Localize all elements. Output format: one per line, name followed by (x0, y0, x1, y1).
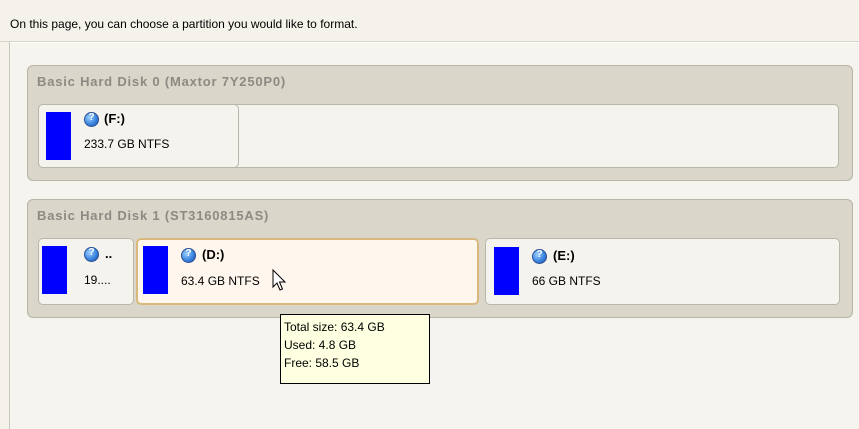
partition-d[interactable]: (D:) 63.4 GB NTFS (136, 238, 479, 305)
partition-e-letter: (E:) (553, 248, 575, 263)
partition-small-letter: .. (105, 246, 113, 261)
partition-e[interactable]: (E:) 66 GB NTFS (485, 238, 840, 305)
partition-d-fill (143, 246, 168, 294)
tooltip-total-size: Total size: 63.4 GB (284, 320, 385, 334)
partition-d-letter: (D:) (202, 247, 225, 262)
help-icon[interactable] (532, 249, 547, 264)
help-icon[interactable] (84, 247, 99, 262)
partition-small-size: 19.... (84, 273, 111, 287)
instruction-text: On this page, you can choose a partition… (10, 17, 358, 31)
tooltip-used: Used: 4.8 GB (284, 338, 357, 352)
partition-f-letter: (F:) (104, 111, 125, 126)
partition-f-size: 233.7 GB NTFS (84, 137, 170, 151)
partition-small[interactable]: .. 19.... (38, 238, 134, 305)
tooltip-free: Free: 58.5 GB (284, 356, 360, 370)
partition-f-fill (46, 112, 71, 160)
disk-0-partition-bar: (F:) 233.7 GB NTFS (38, 104, 839, 168)
partition-d-size: 63.4 GB NTFS (181, 274, 260, 288)
partition-tooltip: Total size: 63.4 GB Used: 4.8 GB Free: 5… (280, 314, 430, 384)
help-icon[interactable] (181, 248, 196, 263)
disk-0-group: Basic Hard Disk 0 (Maxtor 7Y250P0) (F:) … (27, 65, 853, 181)
disk-0-title: Basic Hard Disk 0 (Maxtor 7Y250P0) (37, 74, 287, 89)
mouse-pointer-icon (272, 269, 287, 291)
help-icon[interactable] (84, 112, 99, 127)
header-bar: On this page, you can choose a partition… (0, 0, 859, 42)
partition-e-fill (494, 247, 519, 295)
partition-small-fill (42, 246, 67, 294)
partition-e-size: 66 GB NTFS (532, 274, 601, 288)
partition-f[interactable]: (F:) 233.7 GB NTFS (38, 104, 239, 168)
left-border (0, 42, 10, 429)
disk-1-group: Basic Hard Disk 1 (ST3160815AS) .. 19...… (27, 199, 853, 318)
disk-1-title: Basic Hard Disk 1 (ST3160815AS) (37, 208, 270, 223)
